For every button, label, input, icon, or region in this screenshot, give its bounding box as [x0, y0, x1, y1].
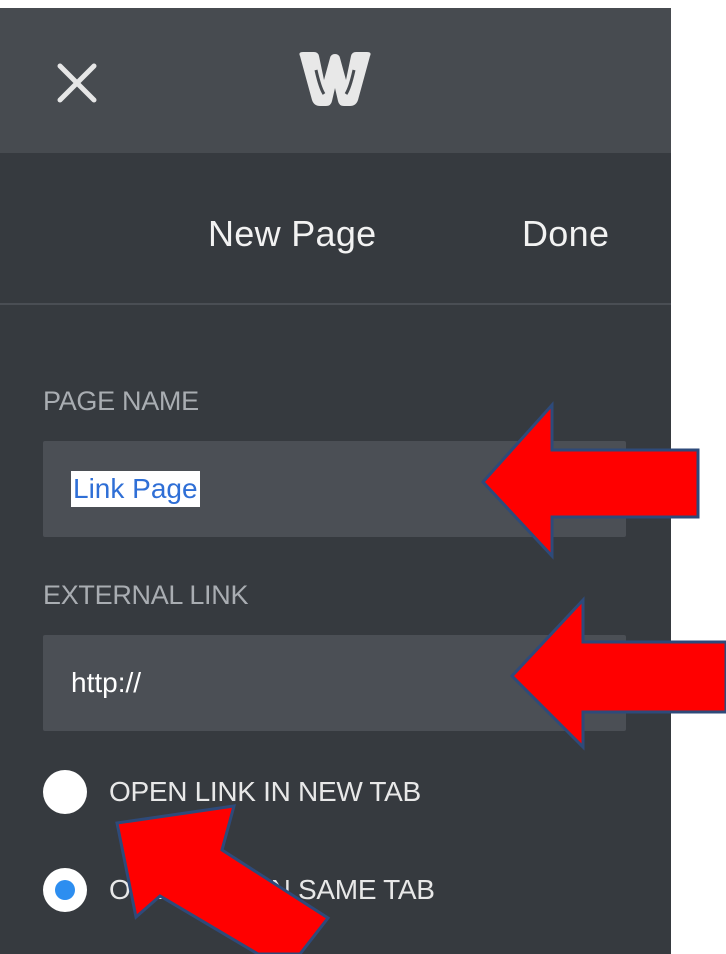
radio-same-tab-label: OPEN LINK IN SAME TAB [109, 874, 435, 905]
radio-open-new-tab[interactable]: OPEN LINK IN NEW TAB [43, 767, 421, 817]
radio-same-tab-button[interactable] [43, 868, 87, 912]
external-link-input[interactable] [43, 635, 626, 731]
page-name-label: PAGE NAME [43, 386, 199, 416]
radio-new-tab-label: OPEN LINK IN NEW TAB [109, 776, 421, 807]
external-link-label: EXTERNAL LINK [43, 580, 249, 610]
top-bar [0, 8, 671, 153]
done-button[interactable]: Done [522, 213, 609, 255]
panel-header: New Page Done [0, 153, 671, 305]
page-name-value: Link Page [71, 471, 200, 507]
close-icon[interactable] [50, 56, 104, 110]
weebly-logo-icon [294, 48, 376, 110]
new-page-button[interactable]: New Page [208, 213, 377, 255]
page-name-input[interactable]: Link Page [43, 441, 626, 537]
page-settings-panel: New Page Done PAGE NAME Link Page EXTERN… [0, 8, 671, 954]
radio-open-same-tab[interactable]: OPEN LINK IN SAME TAB [43, 865, 435, 915]
radio-new-tab-button[interactable] [43, 770, 87, 814]
